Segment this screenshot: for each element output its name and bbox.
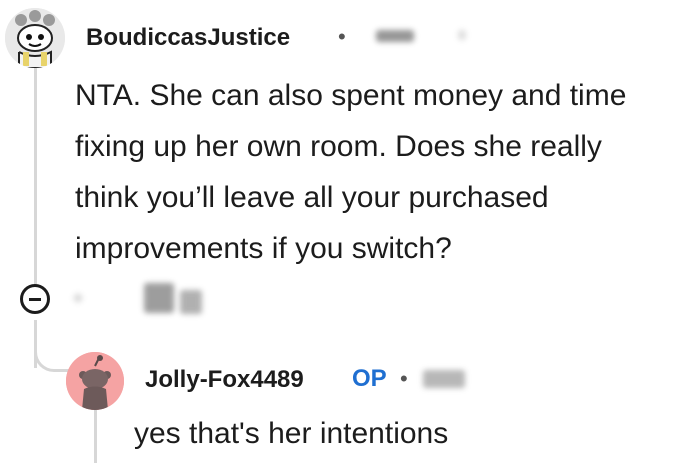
- comment-body-line: fixing up her own room. Does she really: [75, 130, 602, 163]
- redacted-action: [144, 283, 174, 313]
- comment-body: NTA. She can also spent money and time f…: [75, 70, 700, 274]
- comment-body-line: think you’ll leave all your purchased: [75, 181, 549, 214]
- comment-body-line: improvements if you switch?: [75, 232, 452, 265]
- avatar[interactable]: [5, 8, 65, 68]
- collapse-thread-button[interactable]: [20, 284, 50, 314]
- reply-connector-line: [34, 330, 70, 372]
- minus-circle-icon: [29, 298, 41, 301]
- thread-line[interactable]: [94, 408, 97, 463]
- snoo-avatar-icon: [66, 352, 124, 410]
- avatar[interactable]: [66, 352, 124, 410]
- op-badge: OP: [352, 365, 387, 392]
- redacted-detail: [458, 30, 466, 40]
- meta-separator: •: [338, 24, 346, 49]
- comment-username[interactable]: BoudiccasJustice: [86, 24, 290, 52]
- reply-username[interactable]: Jolly-Fox4489: [145, 366, 304, 394]
- comment-thread: BoudiccasJustice • NTA. She can also spe…: [0, 0, 700, 463]
- thread-line[interactable]: [34, 64, 37, 286]
- snoo-avatar-icon: [5, 8, 65, 68]
- meta-separator: •: [400, 366, 408, 391]
- redacted-action: [180, 290, 202, 314]
- redacted-timestamp: [423, 370, 465, 388]
- redacted-action: [74, 294, 82, 302]
- reply-body: yes that's her intentions: [134, 417, 449, 450]
- redacted-timestamp: [376, 30, 414, 42]
- comment-body-line: NTA. She can also spent money and time: [75, 79, 627, 112]
